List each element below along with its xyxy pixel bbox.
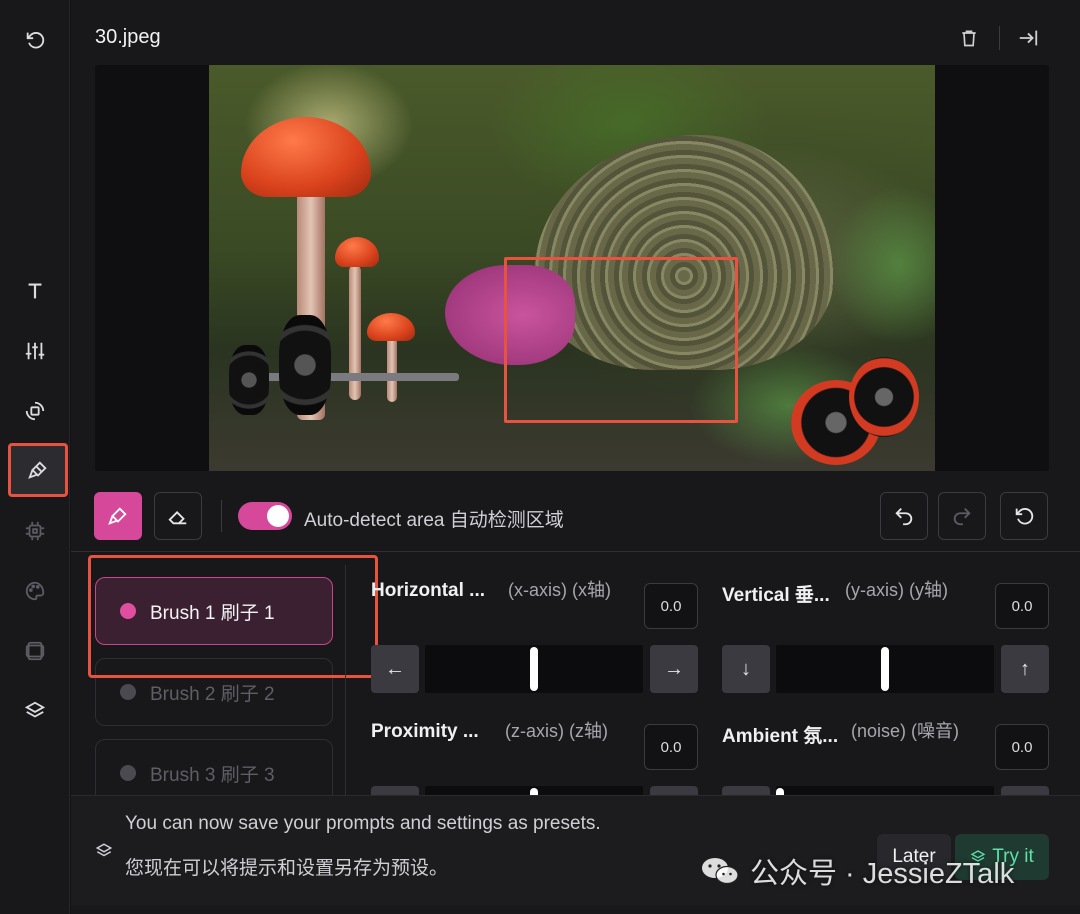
eraser-icon — [168, 511, 187, 525]
brush-label: Brush 2 刷子 2 — [150, 683, 275, 705]
brush-icon — [28, 461, 47, 479]
horizontal-value-input[interactable]: 0.0 — [644, 583, 698, 629]
trash-icon[interactable] — [955, 24, 983, 52]
auto-detect-toggle[interactable] — [238, 502, 292, 530]
layers-icon[interactable] — [10, 686, 60, 736]
auto-detect-label: Auto-detect area 自动检测区域 — [304, 510, 564, 531]
arrow-left-button[interactable]: ← — [371, 645, 419, 693]
text-icon[interactable] — [10, 266, 60, 316]
watermark: 公众号 · JessieZTalk — [700, 850, 1014, 892]
proximity-subtitle: (z-axis) (z轴) — [505, 721, 608, 741]
palette-icon[interactable] — [10, 566, 60, 616]
undo-icon[interactable] — [10, 15, 60, 65]
vertical-value-input[interactable]: 0.0 — [995, 583, 1049, 629]
horizontal-slider[interactable] — [425, 645, 643, 693]
banner-message-en: You can now save your prompts and settin… — [125, 813, 601, 834]
proximity-title: Proximity ... — [371, 721, 479, 742]
layers-icon — [95, 842, 113, 865]
slider-thumb[interactable] — [881, 647, 889, 691]
undo-stroke-button[interactable] — [880, 492, 928, 540]
file-name: 30.jpeg — [95, 26, 161, 48]
banner-message-zh: 您现在可以将提示和设置另存为预设。 — [125, 858, 449, 879]
redo-stroke-button[interactable] — [938, 492, 986, 540]
brush-tool-button[interactable] — [8, 443, 68, 497]
proximity-value-input[interactable]: 0.0 — [644, 724, 698, 770]
chip-icon[interactable] — [10, 506, 60, 556]
header-divider — [999, 26, 1000, 50]
arrow-right-button[interactable]: → — [650, 645, 698, 693]
rotate-transform-icon[interactable] — [10, 386, 60, 436]
collapse-panel-icon[interactable] — [1014, 24, 1042, 52]
wechat-logo-icon — [702, 858, 739, 885]
arrow-down-button[interactable]: ↓ — [722, 645, 770, 693]
horizontal-subtitle: (x-axis) (x轴) — [508, 580, 611, 600]
brush-color-dot — [120, 765, 136, 781]
editor-panel: 30.jpeg Auto-detect area 自动检测区域 Brush 1 … — [71, 0, 1080, 914]
vertical-slider[interactable] — [776, 645, 994, 693]
image-canvas[interactable] — [95, 65, 1049, 471]
eraser-button[interactable] — [154, 492, 202, 540]
ambient-value-input[interactable]: 0.0 — [995, 724, 1049, 770]
left-tool-rail — [0, 0, 70, 914]
column-divider — [345, 565, 346, 795]
vertical-title: Vertical 垂... — [722, 585, 830, 606]
brush-mode-button[interactable] — [94, 492, 142, 540]
edited-image — [209, 65, 935, 471]
brush-highlight-box — [88, 555, 378, 678]
watermark-text: 公众号 · JessieZTalk — [750, 858, 1015, 890]
undo-icon — [895, 508, 913, 526]
frames-icon[interactable] — [10, 626, 60, 676]
arrow-up-button[interactable]: ↑ — [1001, 645, 1049, 693]
toolbar-divider — [221, 500, 222, 532]
horizontal-title: Horizontal ... — [371, 580, 485, 601]
reset-button[interactable] — [1000, 492, 1048, 540]
section-divider — [71, 551, 1080, 552]
vertical-subtitle: (y-axis) (y轴) — [845, 580, 948, 600]
brush-label: Brush 3 刷子 3 — [150, 764, 275, 786]
slider-thumb[interactable] — [530, 647, 538, 691]
ambient-subtitle: (noise) (噪音) — [851, 721, 960, 741]
redo-icon — [953, 508, 971, 526]
selection-box — [504, 257, 738, 423]
reset-icon — [1015, 508, 1034, 525]
brush-icon — [108, 507, 127, 525]
sliders-icon[interactable] — [10, 326, 60, 376]
ambient-title: Ambient 氛... — [722, 726, 839, 747]
brush-color-dot — [120, 684, 136, 700]
